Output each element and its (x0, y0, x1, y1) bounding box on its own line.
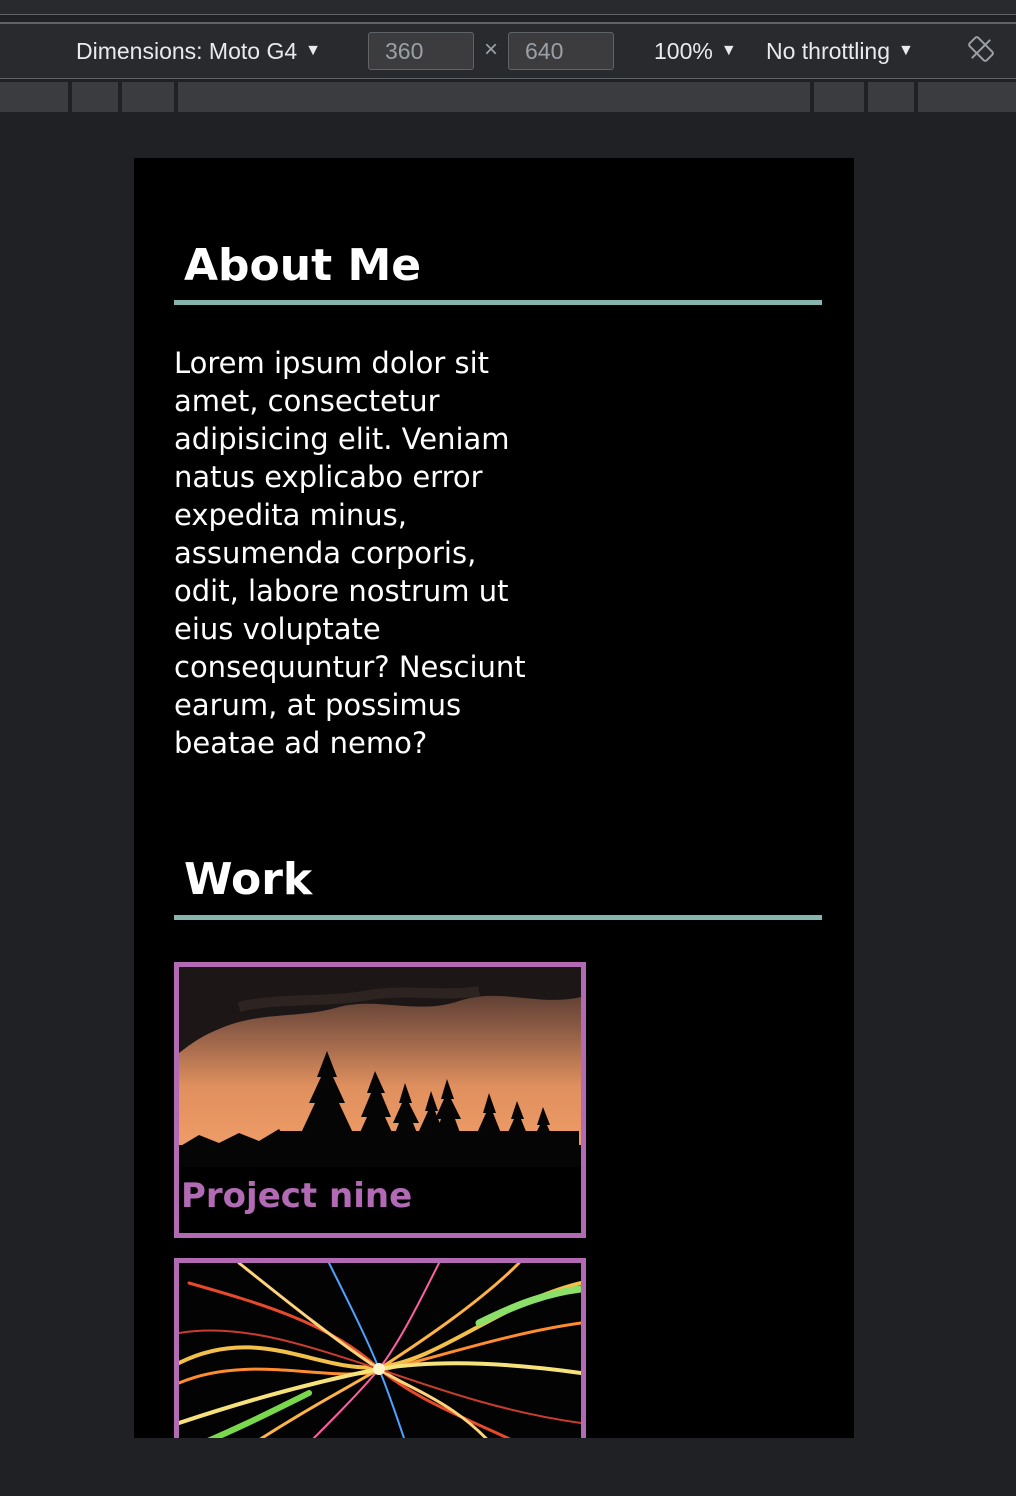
media-query-segment[interactable] (178, 82, 810, 112)
times-icon: × (484, 36, 499, 63)
chevron-down-icon: ▼ (305, 42, 321, 59)
media-query-segment[interactable] (72, 82, 118, 112)
light-trails-image (179, 1263, 581, 1438)
rotate-icon[interactable] (966, 34, 996, 64)
chevron-down-icon: ▼ (720, 42, 737, 59)
media-query-segment[interactable] (918, 82, 1016, 112)
media-query-segment[interactable] (868, 82, 914, 112)
devtools-top-strip (0, 0, 1016, 15)
media-query-segment[interactable] (122, 82, 174, 112)
about-heading: About Me (184, 240, 422, 291)
throttling-label: No throttling (766, 37, 891, 64)
width-input[interactable] (368, 32, 474, 70)
media-query-segment[interactable] (0, 82, 68, 112)
throttling-dropdown[interactable]: No throttling ▼ (766, 24, 914, 78)
emulated-device-viewport: About Me Lorem ipsum dolor sit amet, con… (134, 158, 854, 1438)
about-divider (174, 300, 822, 305)
about-paragraph: Lorem ipsum dolor sit amet, consectetur … (174, 346, 526, 760)
work-divider (174, 915, 822, 920)
device-toolbar: Dimensions: Moto G4 ▼ × 100% ▼ No thrott… (0, 22, 1016, 79)
device-dimensions-dropdown[interactable]: Dimensions: Moto G4 ▼ (76, 24, 321, 78)
project-card[interactable]: Project nine (174, 962, 586, 1238)
zoom-dropdown[interactable]: 100% ▼ (654, 24, 737, 78)
sunset-forest-image (179, 967, 581, 1167)
zoom-label: 100% (654, 37, 713, 64)
chevron-down-icon: ▼ (898, 42, 914, 59)
media-query-segment[interactable] (814, 82, 864, 112)
project-title[interactable]: Project nine (181, 1179, 412, 1213)
device-dimensions-label: Dimensions: Moto G4 (76, 37, 298, 64)
media-query-bar (0, 80, 1016, 114)
work-heading: Work (184, 854, 313, 905)
project-card[interactable] (174, 1258, 586, 1438)
height-input[interactable] (508, 32, 614, 70)
